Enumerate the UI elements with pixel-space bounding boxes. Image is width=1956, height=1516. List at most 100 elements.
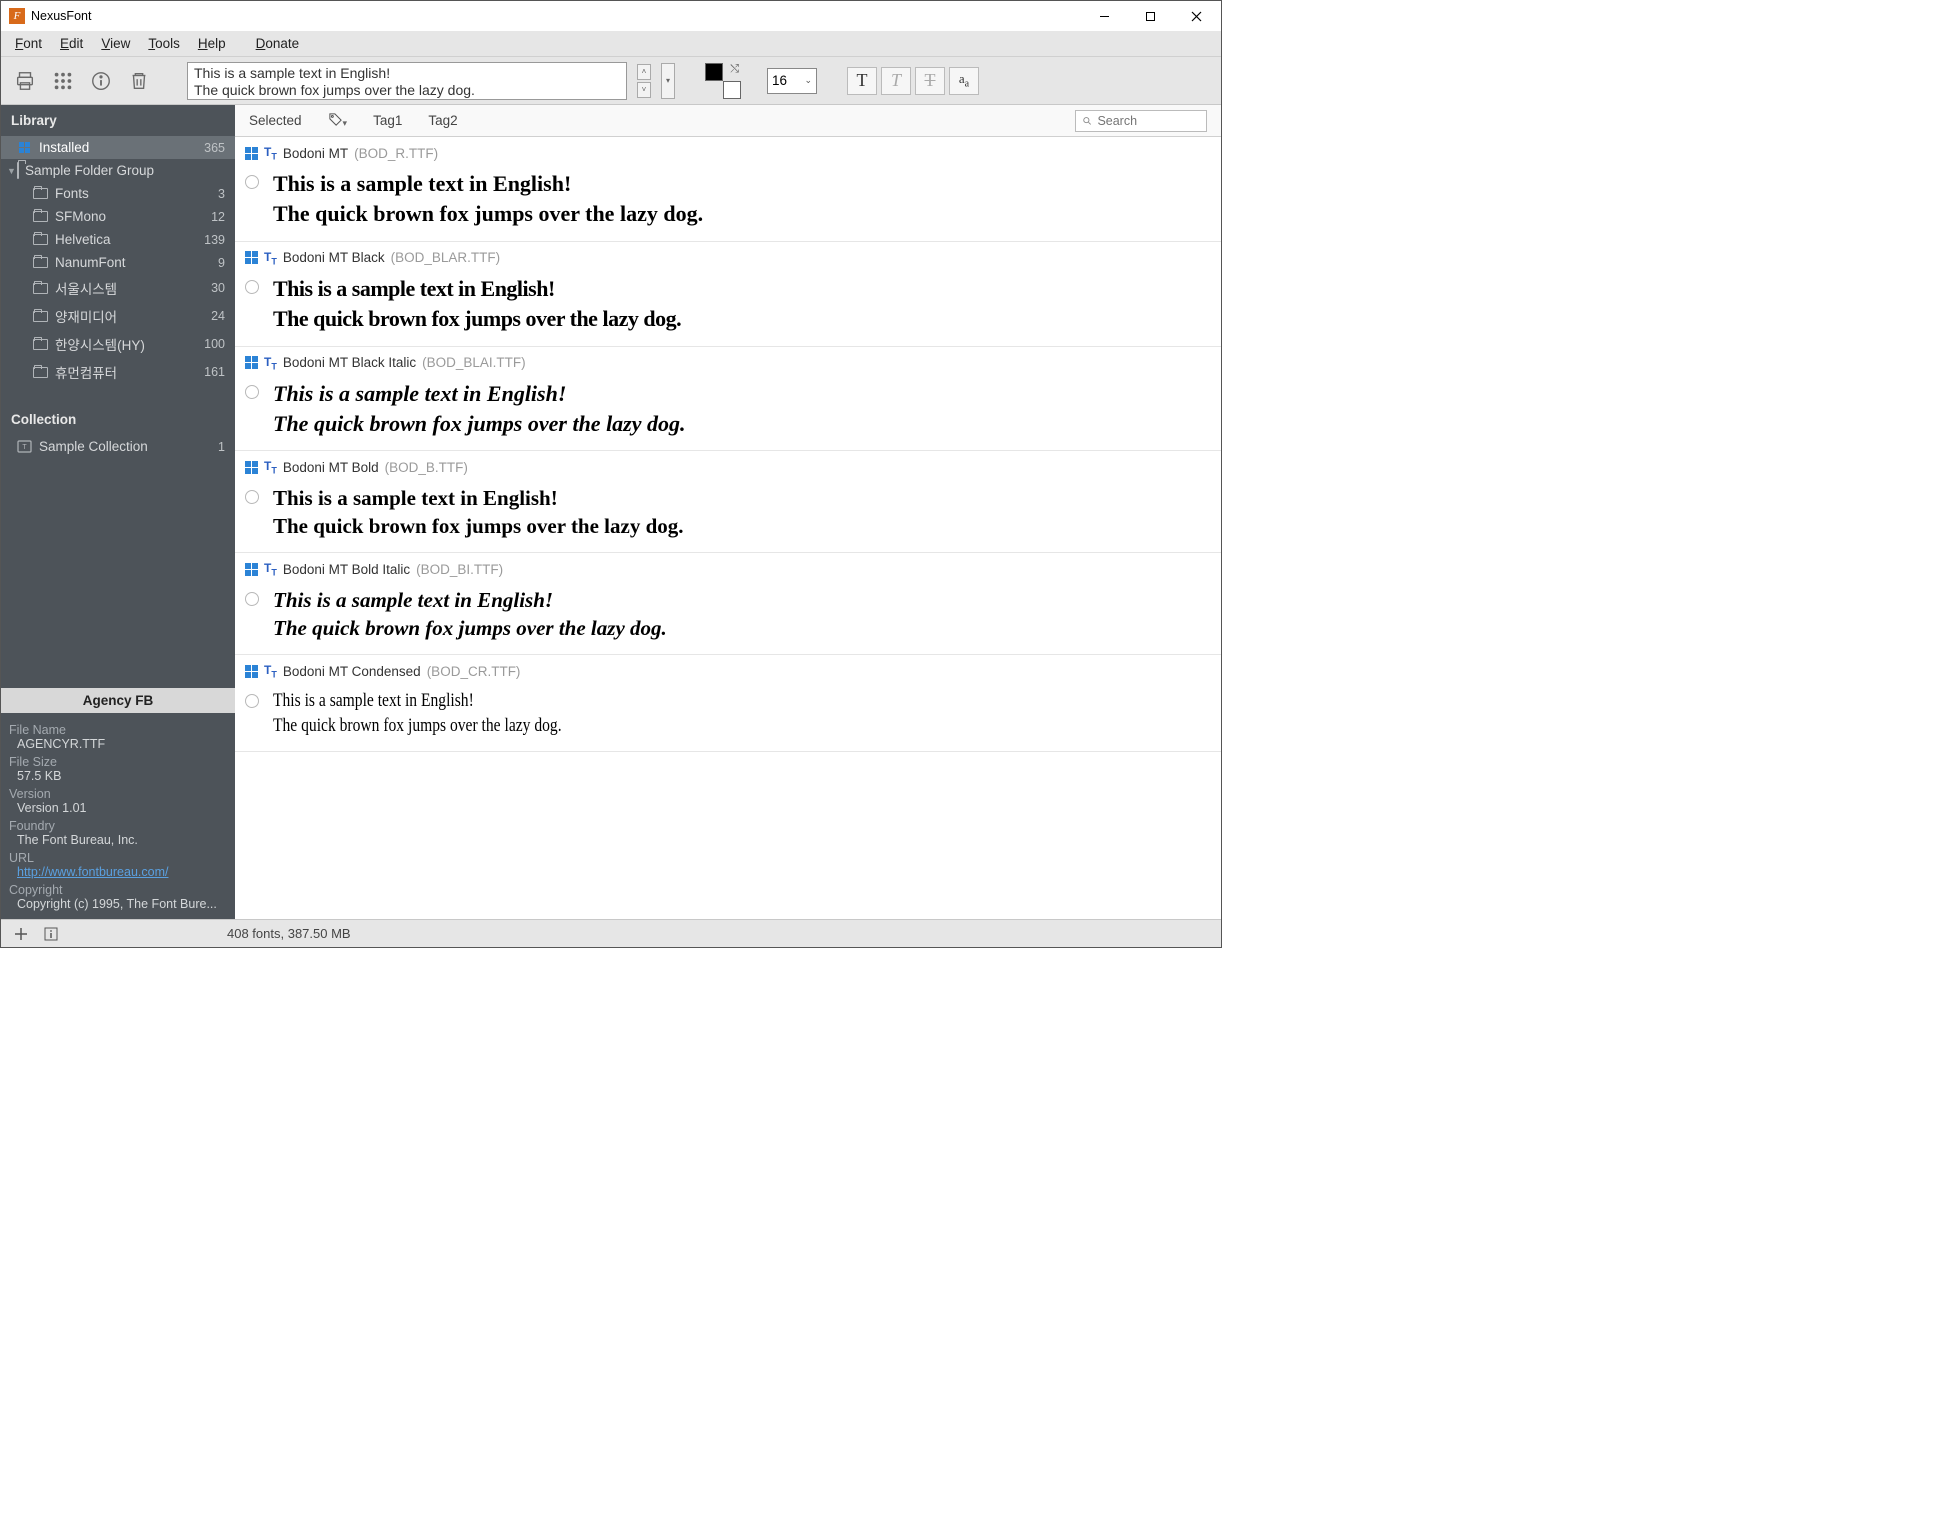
font-sample: This is a sample text in English! The qu… [273, 274, 681, 333]
folder-icon [17, 163, 19, 178]
menu-help[interactable]: Help [190, 32, 234, 55]
tag-tag2[interactable]: Tag2 [428, 113, 457, 128]
truetype-icon: TT [264, 250, 277, 266]
sample-dropdown[interactable]: ▾ [661, 63, 675, 99]
font-file: (BOD_R.TTF) [354, 146, 438, 161]
windows-icon [245, 251, 258, 264]
tag-icon[interactable]: ▾ [328, 112, 348, 130]
sidebar-folder-item[interactable]: Fonts3 [1, 182, 235, 205]
font-row[interactable]: TT Bodoni MT Black Italic (BOD_BLAI.TTF)… [235, 347, 1221, 452]
sidebar-installed[interactable]: Installed 365 [1, 136, 235, 159]
font-row[interactable]: TT Bodoni MT Black (BOD_BLAR.TTF) This i… [235, 242, 1221, 347]
folder-icon [31, 233, 49, 247]
font-name: Bodoni MT Bold [283, 460, 379, 475]
font-select-radio[interactable] [245, 490, 259, 504]
sidebar-group[interactable]: ▼ Sample Folder Group [1, 159, 235, 182]
font-select-radio[interactable] [245, 385, 259, 399]
font-select-radio[interactable] [245, 280, 259, 294]
sample-spinner-up[interactable]: ˄ [637, 64, 651, 80]
sidebar-folder-item[interactable]: 양재미디어24 [1, 302, 235, 330]
font-name: Bodoni MT [283, 146, 348, 161]
font-name: Bodoni MT Black [283, 250, 385, 265]
toolbar: ˄ ˅ ▾ ⤭ 16 ⌄ T T T aa [1, 57, 1221, 105]
folder-icon [31, 187, 49, 201]
font-name: Bodoni MT Black Italic [283, 355, 416, 370]
sample-text-input[interactable] [187, 62, 627, 100]
sidebar-folder-item[interactable]: Helvetica139 [1, 228, 235, 251]
maximize-button[interactable] [1127, 1, 1173, 31]
antialias-button[interactable]: aa [949, 67, 979, 95]
bold-button[interactable]: T [847, 67, 877, 95]
collapse-triangle-icon: ▼ [7, 166, 17, 176]
sidebar-folder-item[interactable]: SFMono12 [1, 205, 235, 228]
sidebar: Library Installed 365 ▼ Sample Folder Gr… [1, 105, 235, 919]
info-icon[interactable] [87, 67, 115, 95]
search-icon [1082, 115, 1092, 127]
info-button[interactable] [39, 924, 63, 944]
windows-icon [245, 665, 258, 678]
menu-donate[interactable]: Donate [248, 32, 308, 55]
font-sample: This is a sample text in English! The qu… [273, 379, 686, 438]
foreground-swatch[interactable] [705, 63, 723, 81]
folder-icon [31, 309, 49, 323]
menubar: Font Edit View Tools Help Donate [1, 31, 1221, 57]
collection-icon: T [15, 440, 33, 454]
sidebar-folder-item[interactable]: NanumFont9 [1, 251, 235, 274]
windows-icon [245, 563, 258, 576]
font-sample: This is a sample text in English! The qu… [273, 169, 703, 228]
sample-spinner-down[interactable]: ˅ [637, 82, 651, 98]
font-row[interactable]: TT Bodoni MT Bold Italic (BOD_BI.TTF) Th… [235, 553, 1221, 655]
folder-icon [31, 337, 49, 351]
trash-icon[interactable] [125, 67, 153, 95]
font-select-radio[interactable] [245, 694, 259, 708]
app-title: NexusFont [31, 9, 1081, 23]
sidebar-collection-item[interactable]: TSample Collection1 [1, 435, 235, 458]
sidebar-folder-item[interactable]: 서울시스템30 [1, 274, 235, 302]
app-icon: F [9, 8, 25, 24]
menu-font[interactable]: Font [7, 32, 50, 55]
search-input[interactable] [1097, 114, 1200, 128]
grid-icon[interactable] [49, 67, 77, 95]
tag-tag1[interactable]: Tag1 [373, 113, 402, 128]
truetype-icon: TT [264, 561, 277, 577]
font-row[interactable]: TT Bodoni MT Bold (BOD_B.TTF) This is a … [235, 451, 1221, 553]
background-swatch[interactable] [723, 81, 741, 99]
folder-icon [31, 281, 49, 295]
italic-button[interactable]: T [881, 67, 911, 95]
font-file: (BOD_BLAI.TTF) [422, 355, 526, 370]
windows-icon [245, 356, 258, 369]
collection-header: Collection [1, 404, 235, 435]
sidebar-folder-item[interactable]: 한양시스템(HY)100 [1, 330, 235, 358]
font-file: (BOD_BLAR.TTF) [391, 250, 501, 265]
underline-button[interactable]: T [915, 67, 945, 95]
foundry-url-link[interactable]: http://www.fontbureau.com/ [9, 865, 227, 879]
tagbar: Selected ▾ Tag1 Tag2 [235, 105, 1221, 137]
swap-colors-icon[interactable]: ⤭ [730, 63, 739, 76]
print-icon[interactable] [11, 67, 39, 95]
menu-tools[interactable]: Tools [140, 32, 188, 55]
close-button[interactable] [1173, 1, 1219, 31]
folder-icon [31, 210, 49, 224]
menu-edit[interactable]: Edit [52, 32, 91, 55]
font-row[interactable]: TT Bodoni MT (BOD_R.TTF) This is a sampl… [235, 137, 1221, 242]
truetype-icon: TT [264, 459, 277, 475]
font-row[interactable]: TT Bodoni MT Condensed (BOD_CR.TTF) This… [235, 655, 1221, 752]
font-select-radio[interactable] [245, 592, 259, 606]
font-size-value: 16 [772, 73, 787, 88]
font-sample: This is a sample text in English! The qu… [273, 484, 684, 541]
search-box[interactable] [1075, 110, 1207, 132]
titlebar: F NexusFont [1, 1, 1221, 31]
font-size-select[interactable]: 16 ⌄ [767, 68, 817, 94]
folder-icon [31, 365, 49, 379]
font-file: (BOD_B.TTF) [385, 460, 468, 475]
font-select-radio[interactable] [245, 175, 259, 189]
minimize-button[interactable] [1081, 1, 1127, 31]
color-picker[interactable]: ⤭ [705, 63, 741, 99]
font-file: (BOD_BI.TTF) [416, 562, 503, 577]
add-button[interactable] [9, 924, 33, 944]
sidebar-folder-item[interactable]: 휴먼컴퓨터161 [1, 358, 235, 386]
menu-view[interactable]: View [93, 32, 138, 55]
tag-selected[interactable]: Selected [249, 113, 302, 128]
statusbar: 408 fonts, 387.50 MB [1, 919, 1221, 947]
font-list[interactable]: TT Bodoni MT (BOD_R.TTF) This is a sampl… [235, 137, 1221, 919]
